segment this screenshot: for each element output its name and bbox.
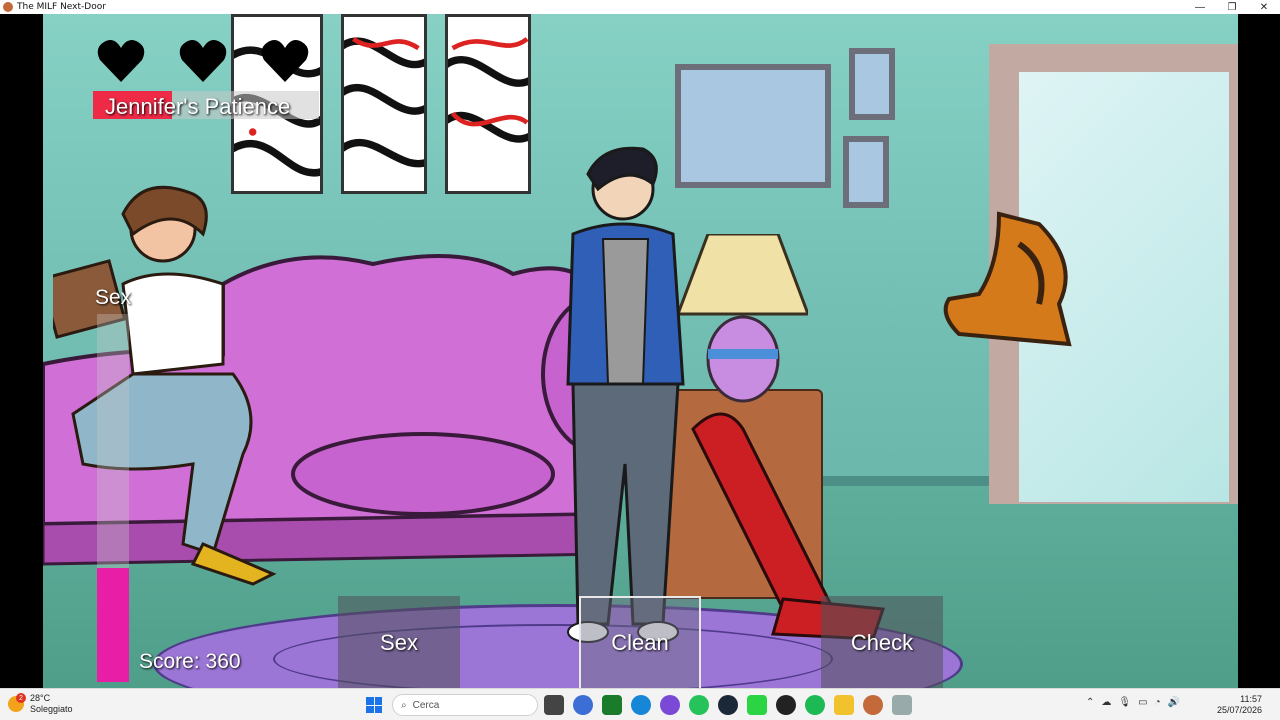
patience-label: Jennifer's Patience [105, 94, 291, 119]
file-explorer-icon[interactable] [834, 695, 854, 715]
jennifer-character[interactable] [53, 174, 313, 594]
edge-icon[interactable] [631, 695, 651, 715]
app-icon-blue[interactable] [573, 695, 593, 715]
sex-action-button[interactable]: Sex [338, 596, 460, 688]
system-tray: ⌃ ☁ 🎙 ▭ ◔ 🔊 [1086, 697, 1180, 708]
app-icon-dark[interactable] [776, 695, 796, 715]
sex-meter-fill [97, 567, 129, 682]
weather-temp: 28°C [30, 693, 51, 703]
task-view-icon[interactable] [544, 695, 564, 715]
spotify-icon[interactable] [805, 695, 825, 715]
microphone-icon[interactable]: 🎙 [1118, 697, 1131, 708]
wifi-icon[interactable]: ◔ [1155, 697, 1161, 708]
search-icon: ⌕ [401, 699, 407, 711]
clock-time: 11:57 [1240, 694, 1262, 704]
score-display: Score: 360 [139, 650, 241, 673]
app-icon [3, 2, 13, 12]
search-placeholder: Cerca [412, 699, 440, 711]
game-viewport[interactable]: Jennifer's Patience Sex Score: 360 Sex C… [43, 14, 1238, 688]
window-title: The MILF Next-Door [17, 2, 106, 12]
window-titlebar: The MILF Next-Door — ❐ ✕ [0, 0, 1280, 14]
volume-icon[interactable]: 🔊 [1168, 697, 1180, 708]
clean-action-button[interactable]: Clean [579, 596, 701, 688]
battery-icon[interactable]: ▭ [1138, 697, 1147, 708]
cloud-icon[interactable]: ☁ [1101, 697, 1111, 708]
minimize-button[interactable]: — [1184, 0, 1216, 14]
heart-icon [179, 40, 227, 82]
chevron-up-icon[interactable]: ⌃ [1086, 697, 1094, 708]
check-action-button[interactable]: Check [821, 596, 943, 688]
discord-icon[interactable] [660, 695, 680, 715]
maximize-button[interactable]: ❐ [1216, 0, 1248, 14]
game-app-icon[interactable] [863, 695, 883, 715]
abstract-painting-2 [336, 14, 435, 194]
sex-meter-label: Sex [95, 286, 132, 309]
pinned-apps [544, 695, 912, 715]
small-frame-1 [849, 48, 895, 120]
shoe-icon[interactable] [939, 204, 1079, 354]
clock-date: 25/07/2026 [1216, 705, 1262, 715]
snipping-tool-icon[interactable] [892, 695, 912, 715]
small-frame-2 [843, 136, 889, 208]
notification-badge: 2 [16, 693, 26, 703]
lives-hearts [96, 38, 310, 84]
taskbar-search[interactable]: ⌕ Cerca [392, 694, 538, 716]
heart-icon [261, 40, 309, 82]
weather-desc: Soleggiato [30, 704, 73, 714]
clock[interactable]: 11:57 25/07/2026 [1217, 694, 1262, 716]
sun-icon: 2 [8, 693, 26, 712]
whatsapp-icon[interactable] [689, 695, 709, 715]
app-icon-green[interactable] [747, 695, 767, 715]
steam-icon[interactable] [718, 695, 738, 715]
xbox-icon[interactable] [602, 695, 622, 715]
sex-meter [97, 314, 129, 682]
weather-widget[interactable]: 2 28°C Soleggiato [8, 693, 73, 715]
taskbar: 2 28°C Soleggiato ⌕ Cerca ⌃ ☁ 🎙 ▭ ◔ 🔊 11… [0, 688, 1280, 720]
heart-icon [97, 40, 145, 82]
windows-start-icon[interactable] [366, 697, 382, 713]
close-button[interactable]: ✕ [1248, 0, 1280, 14]
